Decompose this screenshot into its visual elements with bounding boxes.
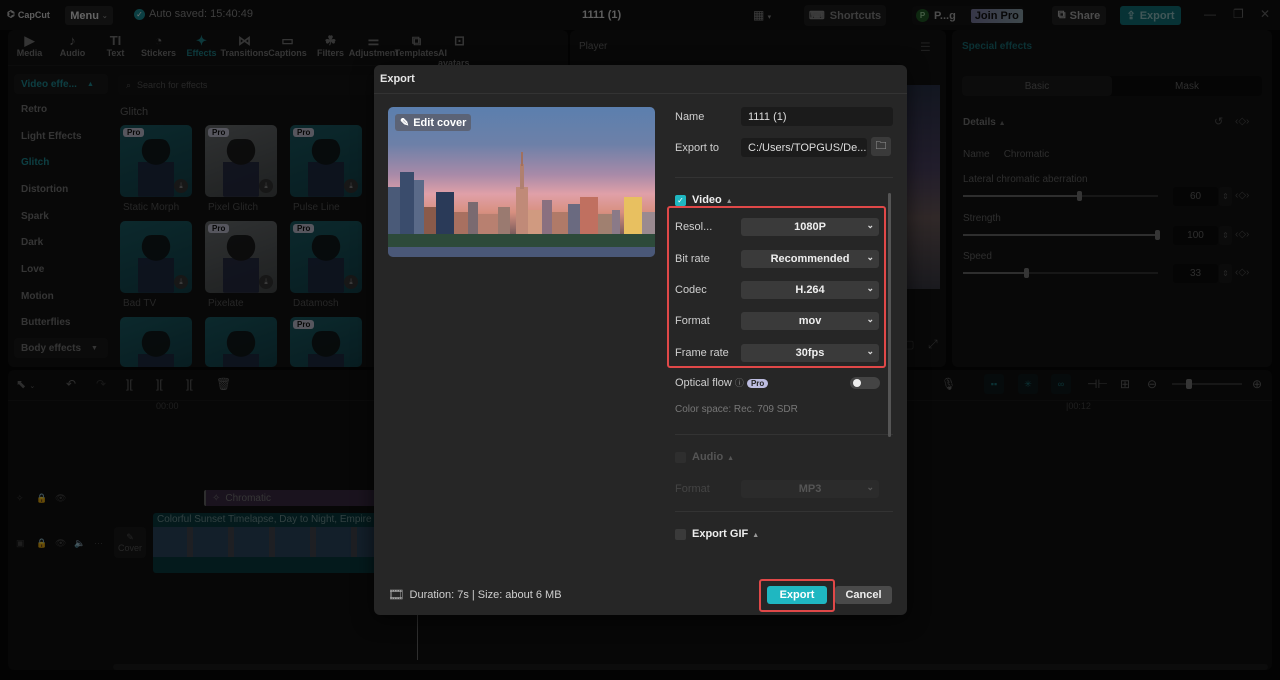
chevron-down-icon: ⌄ bbox=[866, 283, 874, 293]
audio-format-label: Format bbox=[675, 483, 710, 495]
select-value: 30fps bbox=[795, 347, 825, 359]
export-info: 🎞 Duration: 7s | Size: about 6 MB bbox=[388, 587, 562, 603]
edit-cover-label: Edit cover bbox=[413, 116, 467, 129]
select-value: H.264 bbox=[795, 284, 825, 296]
select-value: Recommended bbox=[770, 253, 850, 265]
pencil-icon: ✎ bbox=[400, 117, 410, 129]
name-label: Name bbox=[675, 111, 705, 123]
dialog-title: Export bbox=[380, 73, 415, 85]
export-info-text: Duration: 7s | Size: about 6 MB bbox=[409, 589, 562, 601]
divider bbox=[374, 93, 907, 94]
video-section-header[interactable]: Video ▲ bbox=[692, 194, 733, 206]
gif-section-header[interactable]: Export GIF ▲ bbox=[692, 528, 759, 540]
settings-scrollbar[interactable] bbox=[888, 193, 891, 437]
video-label: Video bbox=[692, 194, 722, 206]
video-checkbox[interactable]: ✓ bbox=[675, 195, 686, 206]
select-value: mov bbox=[798, 315, 822, 327]
chevron-down-icon: ⌄ bbox=[866, 346, 874, 356]
name-input[interactable]: 1111 (1) bbox=[741, 107, 893, 126]
film-icon: 🎞 bbox=[388, 587, 405, 602]
chevron-down-icon: ⌄ bbox=[866, 314, 874, 324]
video-field-select[interactable]: 1080P ⌄ bbox=[741, 218, 879, 236]
audio-checkbox[interactable] bbox=[675, 452, 686, 463]
video-field-label: Frame rate bbox=[675, 347, 729, 359]
optical-flow-label: Optical flow bbox=[675, 377, 732, 389]
audio-label: Audio bbox=[692, 451, 724, 463]
chevron-down-icon: ⌄ bbox=[866, 482, 874, 492]
divider bbox=[675, 434, 893, 435]
export-button[interactable]: Export bbox=[767, 586, 827, 604]
capcut-app: ⌬CapCut Menu⌄ ✓Auto saved: 15:40:49 1111… bbox=[0, 0, 1280, 680]
video-field-select[interactable]: 30fps ⌄ bbox=[741, 344, 879, 362]
optical-flow-row: Optical flow ⓘ Pro bbox=[675, 376, 769, 389]
caret-up-icon: ▲ bbox=[725, 198, 733, 205]
export-dialog: Export ✎ Edit cover Name 1111 (1) Export… bbox=[374, 65, 907, 615]
color-space: Color space: Rec. 709 SDR bbox=[675, 404, 798, 415]
video-field-select[interactable]: Recommended ⌄ bbox=[741, 250, 879, 268]
caret-up-icon: ▲ bbox=[752, 532, 760, 539]
video-field-select[interactable]: mov ⌄ bbox=[741, 312, 879, 330]
edit-cover-button[interactable]: ✎ Edit cover bbox=[395, 114, 472, 131]
cover-preview[interactable]: ✎ Edit cover bbox=[388, 107, 655, 257]
water bbox=[388, 247, 655, 257]
optical-flow-toggle[interactable] bbox=[850, 377, 880, 389]
gif-checkbox[interactable] bbox=[675, 529, 686, 540]
video-field-select[interactable]: H.264 ⌄ bbox=[741, 281, 879, 299]
cancel-button[interactable]: Cancel bbox=[835, 586, 892, 604]
chevron-down-icon: ⌄ bbox=[866, 252, 874, 262]
divider bbox=[675, 511, 893, 512]
help-icon[interactable]: ⓘ bbox=[735, 378, 744, 388]
video-field-label: Format bbox=[675, 315, 710, 327]
video-field-label: Codec bbox=[675, 284, 707, 296]
video-field-label: Resol... bbox=[675, 221, 713, 233]
audio-format-select[interactable]: MP3 ⌄ bbox=[741, 480, 879, 498]
city-skyline-image bbox=[388, 152, 655, 247]
chevron-down-icon: ⌄ bbox=[866, 220, 874, 230]
export-path-input[interactable]: C:/Users/TOPGUS/De... bbox=[741, 138, 867, 157]
caret-up-icon: ▲ bbox=[727, 455, 735, 462]
video-field-label: Bit rate bbox=[675, 253, 710, 265]
gif-label: Export GIF bbox=[692, 528, 749, 540]
pro-badge: Pro bbox=[746, 379, 769, 388]
audio-format-value: MP3 bbox=[798, 483, 822, 495]
select-value: 1080P bbox=[794, 221, 826, 233]
export-to-label: Export to bbox=[675, 142, 720, 154]
folder-icon[interactable]: 🗀 bbox=[871, 137, 891, 156]
audio-section-header[interactable]: Audio ▲ bbox=[692, 451, 734, 463]
divider bbox=[675, 177, 893, 178]
